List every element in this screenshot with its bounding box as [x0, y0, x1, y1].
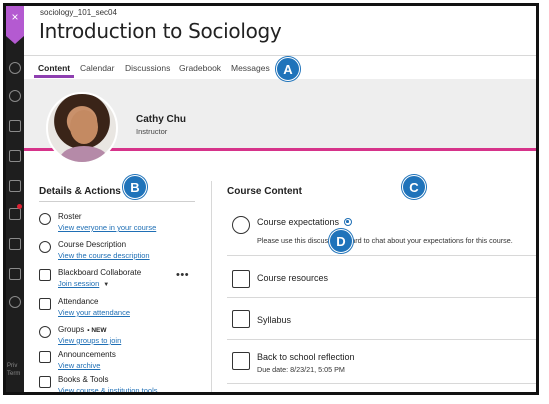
grades-icon[interactable]	[9, 238, 21, 250]
collaborate-label: Blackboard Collaborate	[58, 268, 142, 277]
new-badge: • NEW	[87, 327, 107, 334]
new-badge-text: NEW	[91, 327, 107, 334]
megaphone-icon	[39, 351, 51, 363]
tab-content[interactable]: Content	[38, 63, 70, 73]
more-options-icon[interactable]: •••	[176, 269, 189, 281]
join-session-link[interactable]: Join session ▼	[58, 279, 109, 288]
chevron-down-icon[interactable]: ▼	[103, 282, 109, 288]
visibility-icon	[344, 218, 353, 226]
instructor-role: Instructor	[136, 127, 168, 136]
side-rail: × Priv Term	[6, 6, 24, 392]
people-icon[interactable]	[9, 150, 21, 162]
discussion-icon	[232, 216, 250, 234]
books-tools-label: Books & Tools	[58, 375, 109, 384]
books-tools-link[interactable]: View course & institution tools	[58, 386, 158, 392]
collaborate-icon	[39, 269, 51, 281]
course-code: sociology_101_sec04	[40, 8, 117, 17]
course-expectations-title[interactable]: Course expectations	[257, 217, 339, 227]
roster-link[interactable]: View everyone in your course	[58, 223, 156, 232]
details-heading: Details & Actions	[39, 186, 121, 197]
announcements-link[interactable]: View archive	[58, 361, 100, 370]
course-resources-title[interactable]: Course resources	[257, 273, 328, 283]
announcements-label: Announcements	[58, 350, 116, 359]
groups-icon	[39, 326, 51, 338]
course-content-heading: Course Content	[227, 186, 302, 197]
reflection-title[interactable]: Back to school reflection	[257, 352, 355, 362]
assignment-icon	[232, 352, 250, 370]
profile-icon[interactable]	[9, 62, 21, 74]
roster-label: Roster	[58, 212, 82, 221]
panel-divider	[211, 181, 212, 392]
callout-a: A	[276, 57, 300, 81]
groups-label-text: Groups	[58, 325, 85, 334]
due-date: Due date: 8/23/21, 5:05 PM	[257, 365, 345, 374]
notification-dot	[17, 204, 22, 209]
instructor-banner: Cathy Chu Instructor	[24, 79, 536, 164]
attendance-link[interactable]: View your attendance	[58, 308, 130, 317]
privacy-link[interactable]: Priv Term	[7, 362, 20, 378]
app-window: × Priv Term sociology_101_sec04 Introduc…	[3, 3, 539, 395]
tab-discussions[interactable]: Discussions	[125, 63, 170, 73]
course-description-link[interactable]: View the course description	[58, 251, 150, 260]
instructor-avatar[interactable]	[46, 92, 118, 164]
calendar-icon[interactable]	[9, 180, 21, 192]
content-item-reflection[interactable]: Back to school reflection Due date: 8/23…	[227, 346, 536, 384]
callout-b: B	[123, 175, 147, 199]
callout-c: C	[402, 175, 426, 199]
instructor-name[interactable]: Cathy Chu	[136, 114, 186, 125]
tools-icon[interactable]	[9, 268, 21, 280]
tab-calendar[interactable]: Calendar	[80, 63, 115, 73]
content-item-title[interactable]: Course expectations	[257, 217, 353, 227]
content-item-syllabus[interactable]: Syllabus	[227, 304, 536, 340]
groups-label: Groups • NEW	[58, 325, 107, 334]
avatar-shoulders	[60, 146, 108, 162]
roster-icon	[39, 213, 51, 225]
tab-gradebook[interactable]: Gradebook	[179, 63, 221, 73]
course-title: Introduction to Sociology	[39, 19, 282, 43]
join-session-text[interactable]: Join session	[58, 279, 99, 288]
avatar-face	[70, 110, 98, 144]
callout-d: D	[329, 229, 353, 253]
attendance-label: Attendance	[58, 297, 99, 306]
content-item-course-expectations[interactable]: Course expectations Please use this disc…	[227, 212, 536, 256]
content-item-course-resources[interactable]: Course resources	[227, 262, 536, 298]
messages-icon[interactable]	[9, 208, 21, 220]
course-description-label: Course Description	[58, 240, 127, 249]
groups-link[interactable]: View groups to join	[58, 336, 121, 345]
content-item-description: Please use this discussion board to chat…	[257, 236, 513, 245]
globe-icon[interactable]	[9, 90, 21, 102]
info-icon	[39, 241, 51, 253]
folder-icon	[232, 270, 250, 288]
wrench-icon	[39, 376, 51, 388]
close-icon[interactable]: ×	[6, 6, 24, 44]
syllabus-title[interactable]: Syllabus	[257, 315, 291, 325]
active-tab-indicator	[34, 75, 74, 78]
tab-messages[interactable]: Messages	[231, 63, 270, 73]
sign-out-icon[interactable]	[9, 296, 21, 308]
document-icon	[232, 310, 250, 328]
courses-icon[interactable]	[9, 120, 21, 132]
attendance-icon	[39, 298, 51, 310]
details-divider	[39, 201, 195, 202]
